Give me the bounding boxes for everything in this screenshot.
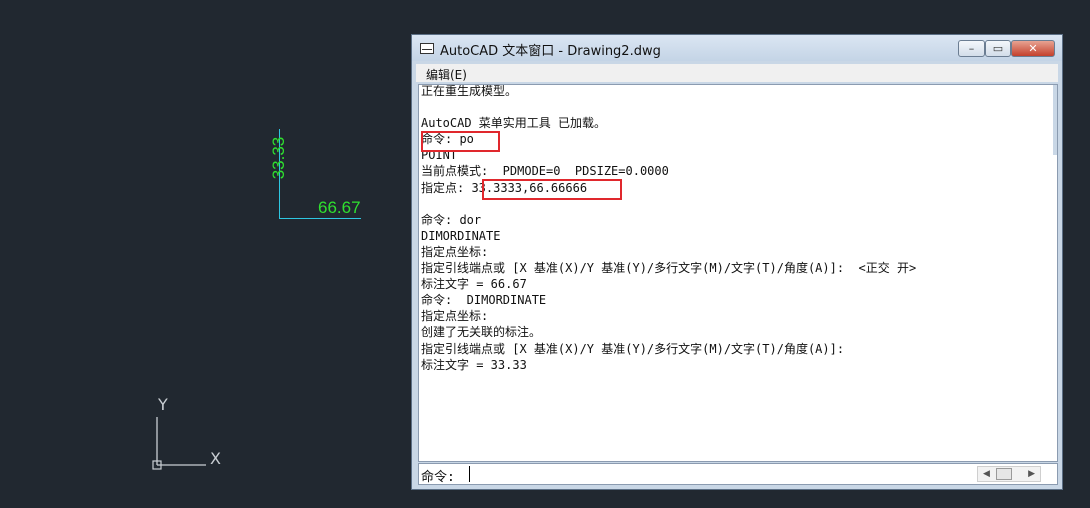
ucs-x-label: X — [210, 449, 221, 468]
close-button[interactable]: ✕ — [1011, 40, 1055, 57]
highlight-box-po-command — [421, 131, 500, 152]
highlight-box-point-coordinates — [482, 179, 622, 200]
command-line[interactable]: 命令: ◀ ▶ — [418, 463, 1058, 485]
dimension-text-y[interactable]: 33.33 — [269, 136, 288, 180]
dimension-text-x[interactable]: 66.67 — [318, 199, 361, 217]
autocad-text-window[interactable]: AutoCAD 文本窗口 - Drawing2.dwg – ▭ ✕ 编辑(E) … — [411, 34, 1063, 490]
history-line: 命令: DIMORDINATE — [421, 293, 547, 308]
text-caret — [469, 466, 470, 482]
vertical-scrollbar[interactable] — [1053, 85, 1057, 155]
history-line: 指定点坐标: — [421, 244, 489, 259]
minimize-button[interactable]: – — [958, 40, 985, 57]
ucs-icon: Y X — [150, 395, 230, 475]
window-app-icon — [420, 43, 434, 54]
ordinate-dimension-horizontal-line[interactable] — [279, 218, 361, 219]
history-line: 标注文字 = 66.67 — [421, 277, 527, 292]
scroll-thumb[interactable] — [996, 468, 1012, 480]
history-line: 指定引线端点或 [X 基准(X)/Y 基准(Y)/多行文字(M)/文字(T)/角… — [421, 341, 845, 356]
window-title: AutoCAD 文本窗口 - Drawing2.dwg — [440, 44, 661, 59]
history-line: 正在重生成模型。 — [421, 84, 518, 98]
history-line: DIMORDINATE — [421, 228, 501, 243]
history-line — [421, 99, 916, 115]
history-line: 命令: dor — [421, 212, 482, 227]
command-history[interactable]: 正在重生成模型。 AutoCAD 菜单实用工具 已加载。 命令: po POIN… — [418, 84, 1058, 462]
command-history-log: 正在重生成模型。 AutoCAD 菜单实用工具 已加载。 命令: po POIN… — [421, 84, 917, 373]
history-line: 标注文字 = 33.33 — [421, 357, 527, 372]
history-line: 当前点模式: PDMODE=0 PDSIZE=0.0000 — [421, 164, 669, 179]
history-line: 创建了无关联的标注。 — [421, 325, 542, 340]
history-line: AutoCAD 菜单实用工具 已加载。 — [421, 116, 607, 131]
scroll-left-arrow-icon[interactable]: ◀ — [983, 467, 990, 481]
window-titlebar[interactable]: AutoCAD 文本窗口 - Drawing2.dwg – ▭ ✕ — [412, 35, 1062, 61]
scroll-right-arrow-icon[interactable]: ▶ — [1028, 467, 1035, 481]
menu-bar: 编辑(E) — [416, 64, 1058, 82]
horizontal-scrollbar[interactable]: ◀ ▶ — [977, 466, 1041, 482]
maximize-button[interactable]: ▭ — [985, 40, 1011, 57]
ucs-y-label: Y — [158, 395, 168, 414]
menu-edit[interactable]: 编辑(E) — [426, 66, 467, 83]
history-line: 指定点坐标: — [421, 309, 489, 324]
history-line: 指定引线端点或 [X 基准(X)/Y 基准(Y)/多行文字(M)/文字(T)/角… — [421, 261, 917, 276]
command-prompt-label: 命令: — [421, 470, 455, 485]
